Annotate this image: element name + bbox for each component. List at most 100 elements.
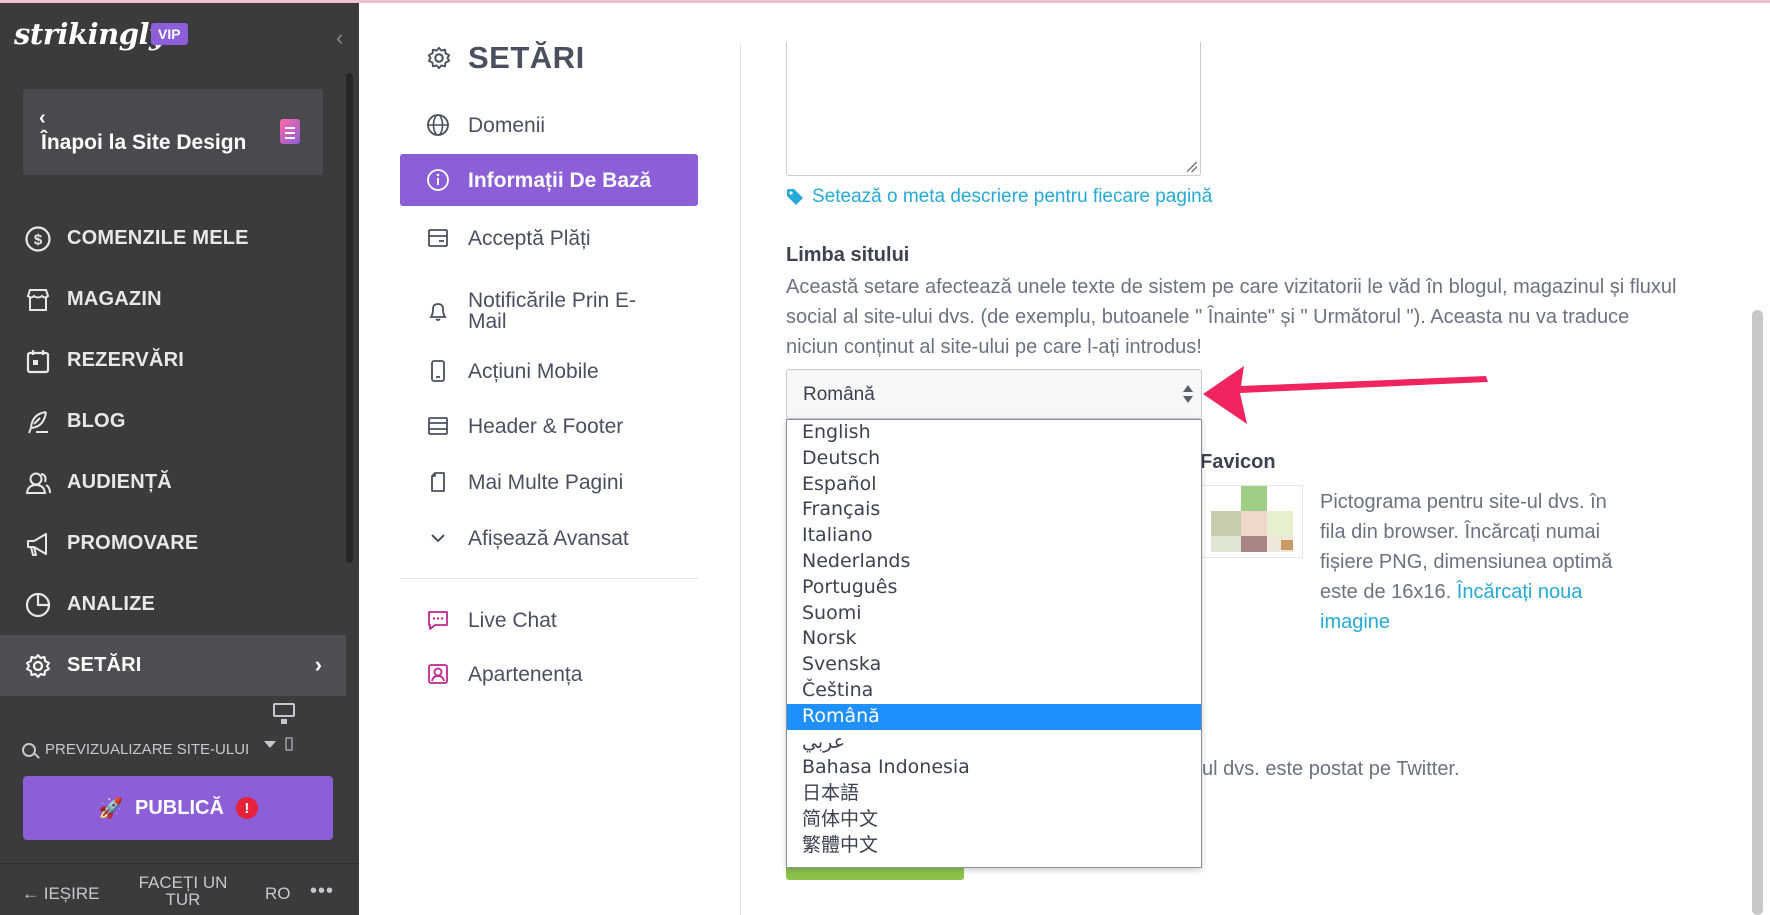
sidebar-item-label: PROMOVARE — [67, 532, 199, 554]
sidebar-item-label: COMENZILE MELE — [67, 227, 249, 249]
language-option[interactable]: Español — [787, 472, 1201, 498]
page-scrollbar[interactable] — [1752, 310, 1763, 915]
store-icon — [23, 285, 53, 315]
main-sidebar: strikingly VIP ‹ ‹ Înapoi la Site Design… — [0, 3, 359, 915]
sidebar-scrollbar[interactable] — [346, 73, 353, 563]
language-option[interactable]: Deutsch — [787, 446, 1201, 472]
more-options-icon[interactable]: ••• — [310, 880, 334, 903]
settings-item-label: Domenii — [468, 113, 546, 137]
settings-title: SETĂRI — [468, 40, 585, 75]
settings-item-accepta-plati[interactable]: Acceptă Plăți — [400, 212, 698, 264]
sidebar-item-setari[interactable]: SETĂRI › — [0, 635, 346, 696]
meta-description-textarea[interactable] — [786, 42, 1201, 176]
sidebar-item-label: AUDIENȚĂ — [67, 471, 172, 493]
sidebar-item-audienta[interactable]: AUDIENȚĂ — [0, 452, 346, 513]
back-to-site-design-label: Înapoi la Site Design — [41, 131, 247, 154]
settings-item-notificari-email[interactable]: Notificările Prin E-Mail — [400, 281, 698, 341]
strikingly-logo[interactable]: strikingly — [14, 17, 166, 51]
publish-button[interactable]: 🚀 PUBLICĂ ! — [23, 776, 333, 840]
language-switcher[interactable]: RO — [265, 884, 291, 904]
language-option[interactable]: Suomi — [787, 601, 1201, 627]
svg-text:$: $ — [34, 231, 43, 248]
sidebar-nav: $ COMENZILE MELE MAGAZIN REZERVĂRI BLOG — [0, 208, 346, 696]
collapse-sidebar-icon[interactable]: ‹ — [336, 25, 343, 51]
settings-item-label: Header & Footer — [468, 414, 624, 438]
caret-down-icon[interactable] — [264, 741, 276, 748]
settings-item-afiseaza-avansat[interactable]: Afișează Avansat — [400, 512, 698, 564]
document-icon — [280, 119, 300, 144]
preview-site-label: PREVIZUALIZARE SITE-ULUI — [45, 741, 250, 758]
selected-language: Română — [803, 384, 875, 405]
language-option-selected[interactable]: Română — [787, 703, 1201, 730]
meta-link-label: Setează o meta descriere pentru fiecare … — [812, 186, 1213, 207]
take-tour-button[interactable]: FACEȚI UN TUR — [133, 874, 233, 908]
sidebar-item-comenzile-mele[interactable]: $ COMENZILE MELE — [0, 208, 346, 269]
language-option[interactable]: Nederlands — [787, 549, 1201, 575]
pages-icon — [426, 470, 450, 494]
search-icon — [22, 742, 36, 757]
preview-site-link[interactable]: PREVIZUALIZARE SITE-ULUI — [22, 741, 249, 758]
back-to-site-design-button[interactable]: ‹ Înapoi la Site Design — [23, 89, 323, 175]
exit-label: IEȘIRE — [43, 884, 100, 903]
sidebar-item-label: BLOG — [67, 410, 126, 432]
chevron-left-icon: ‹ — [39, 107, 46, 129]
settings-item-label: Acțiuni Mobile — [468, 359, 599, 383]
settings-item-label: Afișează Avansat — [468, 526, 629, 550]
language-option[interactable]: 日本語 — [787, 781, 1201, 807]
language-option[interactable]: English — [787, 420, 1201, 446]
language-option[interactable]: Italiano — [787, 523, 1201, 549]
language-option[interactable]: Svenska — [787, 652, 1201, 678]
calendar-icon — [23, 346, 53, 376]
exit-button[interactable]: ← IEȘIRE — [22, 884, 99, 904]
chevron-right-icon: › — [314, 652, 322, 677]
settings-item-label: Apartenența — [468, 662, 583, 686]
arrow-left-icon: ← — [22, 884, 44, 903]
dollar-icon: $ — [23, 224, 53, 254]
sidebar-item-label: MAGAZIN — [67, 288, 162, 310]
sidebar-item-blog[interactable]: BLOG — [0, 391, 346, 452]
layout-icon — [426, 414, 450, 438]
settings-item-apartenenta[interactable]: Apartenența — [400, 648, 698, 700]
settings-item-label: Live Chat — [468, 608, 557, 632]
chat-icon — [426, 608, 450, 632]
megaphone-icon — [23, 529, 53, 559]
language-option[interactable]: Français — [787, 497, 1201, 523]
sidebar-item-analize[interactable]: ANALIZE — [0, 574, 346, 635]
language-option[interactable]: Bahasa Indonesia — [787, 755, 1201, 781]
sidebar-item-rezervari[interactable]: REZERVĂRI — [0, 330, 346, 391]
language-option[interactable]: Norsk — [787, 626, 1201, 652]
info-icon — [426, 168, 450, 192]
settings-item-label: Acceptă Plăți — [468, 226, 591, 250]
pie-chart-icon — [23, 590, 53, 620]
globe-icon — [426, 113, 450, 137]
publish-label: PUBLICĂ — [135, 796, 224, 819]
language-option[interactable]: Čeština — [787, 678, 1201, 704]
language-dropdown-list: English Deutsch Español Français Italian… — [786, 419, 1202, 868]
content-divider — [740, 42, 741, 915]
twitter-card-text: ul dvs. este postat pe Twitter. — [1202, 758, 1460, 780]
language-option[interactable]: 简体中文 — [787, 807, 1201, 833]
desktop-icon[interactable] — [273, 703, 295, 724]
vip-badge: VIP — [151, 23, 188, 45]
settings-item-label: Mai Multe Pagini — [468, 470, 624, 494]
settings-item-live-chat[interactable]: Live Chat — [400, 594, 698, 646]
submenu-divider — [400, 578, 698, 579]
resize-handle-icon[interactable] — [1187, 162, 1197, 172]
sidebar-item-magazin[interactable]: MAGAZIN — [0, 269, 346, 330]
meta-description-link[interactable]: Setează o meta descriere pentru fiecare … — [786, 186, 1212, 208]
settings-item-mai-multe-pagini[interactable]: Mai Multe Pagini — [400, 456, 698, 508]
sidebar-item-promovare[interactable]: PROMOVARE — [0, 513, 346, 574]
favicon-title: Favicon — [1200, 451, 1276, 473]
site-language-select[interactable]: Română — [786, 369, 1202, 419]
bell-icon — [426, 299, 450, 323]
language-option[interactable]: 繁體中文 — [787, 833, 1201, 859]
settings-item-informatii-de-baza[interactable]: Informații De Bază — [400, 154, 698, 206]
settings-item-actiuni-mobile[interactable]: Acțiuni Mobile — [400, 345, 698, 397]
language-option[interactable]: Português — [787, 575, 1201, 601]
settings-item-domenii[interactable]: Domenii — [400, 99, 698, 151]
warning-badge: ! — [235, 797, 258, 819]
mobile-icon[interactable] — [285, 737, 293, 751]
language-option[interactable]: عربي — [787, 730, 1201, 756]
site-language-description: Această setare afectează unele texte de … — [786, 276, 1677, 358]
settings-item-header-footer[interactable]: Header & Footer — [400, 400, 698, 452]
